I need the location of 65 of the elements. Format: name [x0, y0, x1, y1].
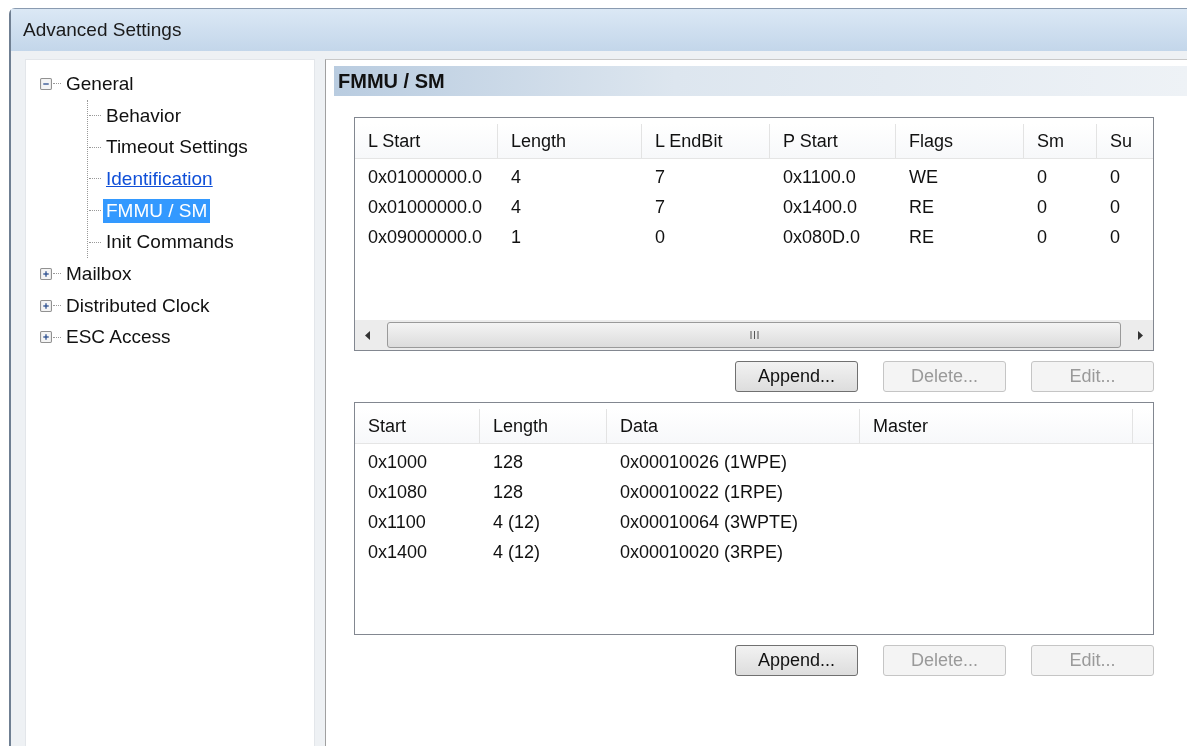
- dialog-button[interactable]: Append...: [735, 645, 858, 676]
- expand-icon[interactable]: [40, 331, 52, 344]
- table-cell-text: 4 (12): [492, 541, 542, 563]
- table-cell-text: 0x00010022 (1RPE): [619, 481, 785, 503]
- table-cell-text: 0x1100.0: [782, 166, 857, 188]
- panel-title: FMMU / SM: [338, 69, 445, 93]
- table-cell-text: 128: [492, 451, 525, 473]
- table-cell-text: 0x01000000.0: [367, 196, 484, 218]
- column-header[interactable]: Su: [1097, 124, 1153, 158]
- tree-item[interactable]: Mailbox: [63, 261, 135, 286]
- table-cell-text: 0x01000000.0: [367, 166, 484, 188]
- table-cell-text: 0x080D.0: [782, 226, 862, 248]
- table-cell-text: WE: [908, 166, 939, 188]
- table-cell-text: 0x00010026 (1WPE): [619, 451, 789, 473]
- table-cell-text: 7: [654, 166, 666, 188]
- table-cell-text: 0: [1036, 166, 1048, 188]
- tree-item[interactable]: Distributed Clock: [63, 293, 213, 318]
- collapse-icon[interactable]: [40, 77, 52, 90]
- column-header[interactable]: P Start: [770, 124, 896, 158]
- table-cell-text: 0: [1036, 196, 1048, 218]
- window-title: Advanced Settings: [23, 19, 182, 41]
- table-cell-text: 0x1400: [367, 541, 429, 563]
- table-cell-text: 0x09000000.0: [367, 226, 484, 248]
- table-cell-text: 0x1000: [367, 451, 429, 473]
- column-header[interactable]: L EndBit: [642, 124, 770, 158]
- table-cell-text: 0: [1109, 196, 1121, 218]
- grip-icon: [749, 331, 759, 339]
- table-cell-text: 0x1080: [367, 481, 429, 503]
- table-cell-text: 1: [510, 226, 522, 248]
- column-header[interactable]: Data: [607, 409, 860, 443]
- tree-item[interactable]: ESC Access: [63, 325, 174, 350]
- table-cell-text: 0: [1109, 226, 1121, 248]
- column-header[interactable]: L Start: [355, 124, 498, 158]
- table-cell-text: 0x00010064 (3WPTE): [619, 511, 800, 533]
- table-cell-text: 0: [1109, 166, 1121, 188]
- tree-item[interactable]: Identification: [103, 166, 216, 191]
- tree-item[interactable]: Behavior: [103, 103, 184, 128]
- scroll-right-icon[interactable]: [1137, 330, 1143, 340]
- column-header[interactable]: Start: [355, 409, 480, 443]
- column-header[interactable]: Length: [498, 124, 642, 158]
- column-header[interactable]: Flags: [896, 124, 1024, 158]
- expand-icon[interactable]: [40, 299, 52, 312]
- table-cell-text: 0: [1036, 226, 1048, 248]
- column-header[interactable]: Sm: [1024, 124, 1097, 158]
- scrollbar-thumb[interactable]: [387, 322, 1121, 348]
- dialog-button[interactable]: Append...: [735, 361, 858, 392]
- column-header[interactable]: Master: [860, 409, 1133, 443]
- table-cell-text: RE: [908, 226, 935, 248]
- table-cell-text: 4: [510, 196, 522, 218]
- table-cell-text: 4 (12): [492, 511, 542, 533]
- scroll-left-icon[interactable]: [365, 330, 371, 340]
- table-cell-text: 7: [654, 196, 666, 218]
- table-cell-text: 0x00010020 (3RPE): [619, 541, 785, 563]
- table-cell-text: 0x1100: [367, 511, 427, 533]
- expand-icon[interactable]: [40, 267, 52, 280]
- table-cell-text: 4: [510, 166, 522, 188]
- table-cell-text: 0: [654, 226, 666, 248]
- tree-item[interactable]: Init Commands: [103, 230, 237, 255]
- table-cell-text: RE: [908, 196, 935, 218]
- table-cell-text: 128: [492, 481, 525, 503]
- tree-item[interactable]: General: [63, 71, 137, 96]
- horizontal-scrollbar[interactable]: [355, 320, 1153, 350]
- tree-item[interactable]: Timeout Settings: [103, 135, 251, 160]
- table-cell-text: 0x1400.0: [782, 196, 859, 218]
- column-header[interactable]: Length: [480, 409, 607, 443]
